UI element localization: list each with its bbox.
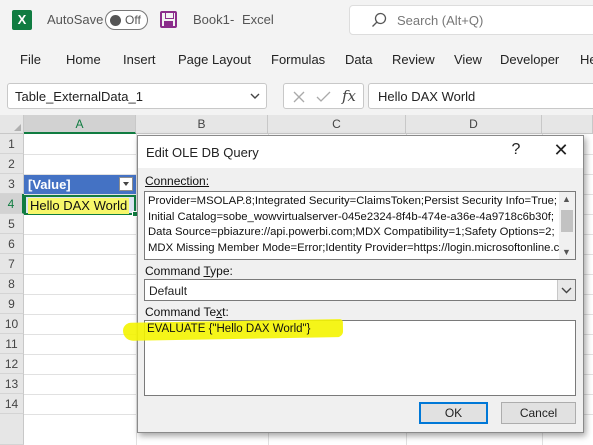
search-placeholder: Search (Alt+Q) bbox=[397, 13, 484, 28]
command-text-label: Command Text: bbox=[145, 305, 229, 319]
autosave-label: AutoSave bbox=[47, 12, 104, 27]
cell-a4-value: Hello DAX World bbox=[28, 198, 130, 214]
column-header-b[interactable]: B bbox=[136, 115, 268, 134]
command-type-label-pre: Command bbox=[145, 264, 204, 278]
tab-review[interactable]: Review bbox=[392, 52, 435, 67]
row-header-5[interactable]: 5 bbox=[0, 214, 24, 234]
tab-insert[interactable]: Insert bbox=[123, 52, 156, 67]
title-separator: - bbox=[230, 12, 235, 27]
row-header-6[interactable]: 6 bbox=[0, 234, 24, 254]
dialog-title: Edit OLE DB Query bbox=[146, 145, 259, 160]
cancel-icon[interactable] bbox=[292, 90, 306, 104]
scroll-down-icon[interactable]: ▼ bbox=[562, 247, 571, 257]
command-type-label-post: ype: bbox=[210, 264, 233, 278]
column-header-e[interactable] bbox=[542, 115, 593, 134]
chevron-down-icon[interactable] bbox=[249, 90, 261, 102]
dialog-title-bar: Edit OLE DB Query ? ✕ bbox=[138, 136, 583, 168]
connection-scrollbar[interactable]: ▲ ▼ bbox=[559, 192, 575, 259]
chevron-down-icon bbox=[561, 287, 572, 294]
autosave-toggle[interactable]: Off bbox=[105, 10, 148, 30]
help-button[interactable]: ? bbox=[507, 141, 525, 159]
connection-textbox[interactable]: Provider=MSOLAP.8;Integrated Security=Cl… bbox=[144, 191, 576, 260]
filter-dropdown-icon[interactable] bbox=[119, 177, 133, 191]
row-header-7[interactable]: 7 bbox=[0, 254, 24, 274]
tab-help[interactable]: He bbox=[580, 52, 593, 67]
save-icon[interactable] bbox=[160, 11, 177, 28]
row-header-10[interactable]: 10 bbox=[0, 314, 24, 334]
tab-page-layout[interactable]: Page Layout bbox=[178, 52, 251, 67]
name-box[interactable]: Table_ExternalData_1 bbox=[7, 83, 267, 109]
column-header-c[interactable]: C bbox=[268, 115, 406, 134]
cell-a4[interactable]: Hello DAX World bbox=[24, 195, 136, 215]
name-box-value: Table_ExternalData_1 bbox=[15, 89, 143, 104]
formula-value: Hello DAX World bbox=[378, 89, 476, 104]
row-header-9[interactable]: 9 bbox=[0, 294, 24, 314]
document-title: Book1 bbox=[193, 12, 230, 27]
ok-button[interactable]: OK bbox=[419, 402, 488, 424]
row-header-12[interactable]: 12 bbox=[0, 354, 24, 374]
tab-data[interactable]: Data bbox=[345, 52, 372, 67]
formula-bar: Table_ExternalData_1 fx Hello DAX World bbox=[0, 78, 593, 115]
search-icon bbox=[372, 12, 387, 27]
tab-view[interactable]: View bbox=[454, 52, 482, 67]
excel-logo-icon: X bbox=[12, 10, 32, 30]
ribbon-tabs: File Home Insert Page Layout Formulas Da… bbox=[0, 40, 593, 78]
cancel-button[interactable]: Cancel bbox=[501, 402, 576, 424]
app-name: Excel bbox=[242, 12, 274, 27]
table-header-value[interactable]: [Value] bbox=[24, 175, 136, 194]
connection-label: Connection: bbox=[145, 174, 209, 188]
command-text-value: EVALUATE {"Hello DAX World"} bbox=[147, 323, 311, 335]
close-button[interactable]: ✕ bbox=[551, 140, 571, 161]
command-type-dropdown-button[interactable] bbox=[557, 280, 575, 300]
formula-tools: fx bbox=[283, 83, 364, 109]
row-header-2[interactable]: 2 bbox=[0, 154, 24, 174]
column-header-a[interactable]: A bbox=[24, 115, 136, 134]
row-header-13[interactable]: 13 bbox=[0, 374, 24, 394]
insert-function-icon[interactable]: fx bbox=[342, 87, 356, 105]
command-type-value: Default bbox=[149, 284, 188, 298]
command-type-select[interactable]: Default bbox=[144, 279, 576, 301]
connection-label-text: Connection: bbox=[145, 174, 210, 188]
row-header-14[interactable]: 14 bbox=[0, 394, 24, 414]
toggle-knob bbox=[110, 15, 121, 26]
command-text-label-pre: Command Te bbox=[145, 305, 217, 319]
table-header-label: [Value] bbox=[28, 177, 71, 192]
tab-file[interactable]: File bbox=[20, 52, 41, 67]
column-header-d[interactable]: D bbox=[406, 115, 542, 134]
tab-formulas[interactable]: Formulas bbox=[271, 52, 325, 67]
edit-ole-db-query-dialog: Edit OLE DB Query ? ✕ Connection: Provid… bbox=[122, 135, 584, 433]
select-all-corner[interactable] bbox=[0, 115, 24, 134]
row-header-1[interactable]: 1 bbox=[0, 134, 24, 154]
check-icon[interactable] bbox=[316, 90, 331, 104]
formula-input[interactable]: Hello DAX World bbox=[368, 83, 593, 109]
scroll-thumb[interactable] bbox=[561, 210, 573, 232]
tab-home[interactable]: Home bbox=[66, 52, 101, 67]
command-text-label-post: t: bbox=[222, 305, 229, 319]
row-header-4[interactable]: 4 bbox=[0, 194, 24, 214]
autosave-state: Off bbox=[125, 13, 141, 27]
command-type-label: Command Type: bbox=[145, 264, 233, 278]
row-header-3[interactable]: 3 bbox=[0, 174, 24, 194]
row-header-11[interactable]: 11 bbox=[0, 334, 24, 354]
tab-developer[interactable]: Developer bbox=[500, 52, 559, 67]
command-text-box[interactable]: EVALUATE {"Hello DAX World"} bbox=[122, 319, 576, 396]
title-bar: X AutoSave Off Book1 - Excel Search (Alt… bbox=[0, 0, 593, 40]
search-box[interactable]: Search (Alt+Q) bbox=[349, 5, 593, 35]
scroll-up-icon[interactable]: ▲ bbox=[562, 194, 571, 204]
row-header-15[interactable] bbox=[0, 414, 24, 445]
connection-string: Provider=MSOLAP.8;Integrated Security=Cl… bbox=[148, 195, 560, 258]
row-header-8[interactable]: 8 bbox=[0, 274, 24, 294]
